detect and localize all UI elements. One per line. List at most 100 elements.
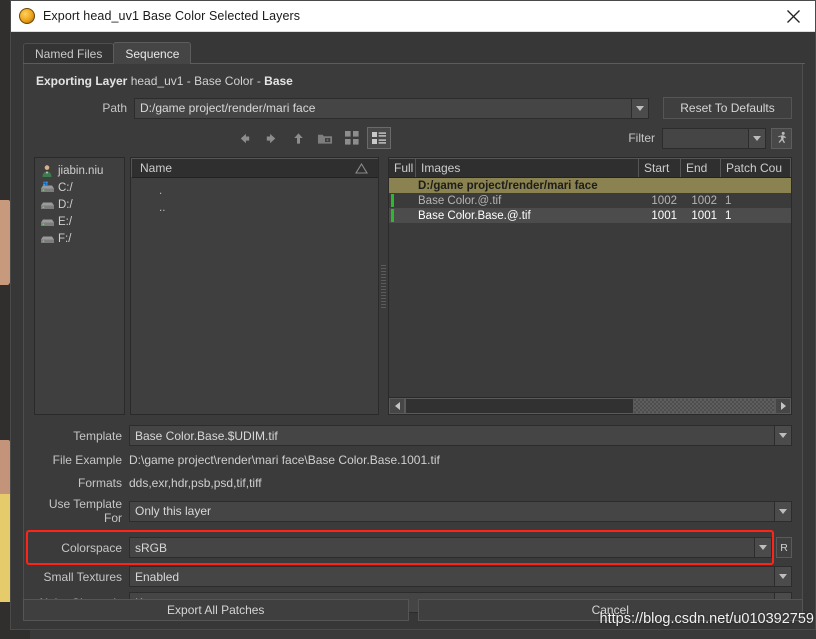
small-textures-label: Small Textures [43, 569, 122, 584]
place-item-label: F:/ [58, 232, 72, 245]
filter-combo[interactable] [662, 127, 766, 149]
browser-toolbar: Filter [34, 125, 792, 151]
file-list-rows: . .. [131, 178, 378, 414]
table-row[interactable]: Base Color.@.tif 1002 1002 1 [389, 193, 791, 208]
filter-label: Filter [628, 131, 655, 145]
place-item-label: C:/ [58, 181, 73, 194]
exporting-layer-name: Base [264, 74, 293, 88]
place-item-label: E:/ [58, 215, 73, 228]
drive-icon [40, 215, 58, 228]
user-home-icon [40, 164, 58, 178]
chevron-down-icon[interactable] [632, 97, 649, 119]
image-name: Base Color.@.tif [418, 194, 502, 207]
back-arrow-icon[interactable] [232, 127, 256, 149]
window-title: Export head_uv1 Base Color Selected Laye… [43, 9, 301, 23]
place-item-label: jiabin.niu [58, 164, 104, 177]
file-example-row: File Example D:\game project\render\mari… [34, 451, 792, 469]
exporting-channel: Base Color [194, 74, 254, 88]
table-row-folder[interactable]: D:/game project/render/mari face [389, 178, 791, 193]
place-item-jiabin-niu[interactable]: jiabin.niu [35, 162, 124, 179]
chevron-down-icon[interactable] [775, 566, 792, 587]
tab-sequence[interactable]: Sequence [113, 42, 192, 64]
path-input[interactable]: D:/game project/render/mari face [134, 97, 632, 119]
forward-arrow-icon[interactable] [259, 127, 283, 149]
splitter-grip-icon [381, 263, 386, 310]
template-input[interactable]: Base Color.Base.$UDIM.tif [129, 425, 775, 446]
column-header-end[interactable]: End [681, 158, 721, 177]
close-icon[interactable] [771, 1, 815, 32]
path-combo[interactable]: D:/game project/render/mari face [134, 97, 649, 119]
formats-value: dds,exr,hdr,psb,psd,tif,tiff [129, 476, 262, 490]
place-item-e-drive[interactable]: E:/ [35, 213, 124, 230]
colorspace-label: Colorspace [61, 540, 122, 555]
colorspace-input[interactable]: sRGB [129, 537, 755, 558]
mari-logo-icon [19, 8, 35, 24]
list-item[interactable]: .. [131, 199, 378, 216]
walking-figure-icon[interactable] [771, 127, 792, 149]
place-item-f-drive[interactable]: F:/ [35, 230, 124, 247]
panel-splitter[interactable] [379, 157, 388, 415]
images-horizontal-scrollbar[interactable] [389, 397, 791, 414]
up-arrow-icon[interactable] [286, 127, 310, 149]
scrollbar-thumb[interactable] [405, 398, 635, 414]
full-indicator-icon [389, 209, 416, 222]
column-header-images[interactable]: Images [416, 158, 639, 177]
list-item[interactable]: . [131, 182, 378, 199]
use-template-for-row: Use Template For Only this layer [34, 497, 792, 525]
scroll-right-arrow-icon[interactable] [775, 398, 791, 414]
use-template-for-value[interactable]: Only this layer [129, 500, 775, 522]
image-patch-count: 1 [725, 209, 732, 222]
column-header-start[interactable]: Start [639, 158, 681, 177]
scrollbar-track[interactable] [405, 398, 775, 414]
exporting-object: head_uv1 [130, 74, 184, 88]
table-row[interactable]: Base Color.Base.@.tif 1001 1001 1 [389, 208, 791, 223]
exporting-sep-2: - [256, 74, 261, 88]
image-end: 1001 [691, 209, 717, 222]
reset-to-defaults-button[interactable]: Reset To Defaults [663, 97, 792, 119]
file-list-header[interactable]: Name [131, 158, 378, 178]
use-template-for-label: Use Template For [48, 497, 122, 525]
file-browser: jiabin.niu C:/ D:/ E:/ F:/ Name . .. Ful… [34, 157, 792, 415]
screen: Export head_uv1 Base Color Selected Laye… [0, 0, 816, 639]
image-patch-count: 1 [725, 194, 732, 207]
use-template-for-combo[interactable]: Only this layer [129, 500, 792, 522]
system-drive-icon [40, 181, 58, 194]
column-header-patch-count[interactable]: Patch Cou [721, 158, 791, 177]
small-textures-value[interactable]: Enabled [129, 566, 775, 587]
colorspace-reset-button[interactable]: R [776, 537, 792, 558]
chevron-down-icon[interactable] [749, 127, 766, 149]
scrollbar-trough[interactable] [634, 398, 775, 414]
file-example-label: File Example [52, 453, 122, 467]
image-end: 1002 [691, 194, 717, 207]
template-combo[interactable]: Base Color.Base.$UDIM.tif [129, 425, 792, 446]
formats-label: Formats [77, 476, 122, 490]
tabstrip: Named Files Sequence [23, 42, 815, 64]
colorspace-combo[interactable]: sRGB [129, 537, 772, 558]
places-list[interactable]: jiabin.niu C:/ D:/ E:/ F:/ [34, 157, 125, 415]
path-row: Path D:/game project/render/mari face Re… [34, 97, 792, 119]
drive-icon [40, 232, 58, 245]
chevron-down-icon[interactable] [775, 500, 792, 522]
chevron-down-icon[interactable] [755, 537, 772, 558]
chevron-down-icon[interactable] [775, 425, 792, 446]
new-folder-icon[interactable] [313, 127, 337, 149]
formats-row: Formats dds,exr,hdr,psb,psd,tif,tiff [34, 474, 792, 492]
file-name-list[interactable]: Name . .. [130, 157, 379, 415]
column-header-full[interactable]: Full [389, 158, 416, 177]
grid-view-icon[interactable] [340, 127, 364, 149]
list-view-icon[interactable] [367, 127, 391, 149]
export-dialog: Export head_uv1 Base Color Selected Laye… [10, 0, 816, 630]
image-name: Base Color.Base.@.tif [418, 209, 531, 222]
images-table[interactable]: Full Images Start End Patch Cou D:/game … [388, 157, 792, 415]
filter-input[interactable] [662, 127, 749, 149]
column-header-name: Name [140, 161, 173, 175]
export-all-patches-button[interactable]: Export All Patches [23, 599, 409, 621]
tab-named-files[interactable]: Named Files [23, 43, 115, 64]
sequence-panel: Exporting Layer head_uv1 - Base Color - … [23, 64, 803, 613]
sort-ascending-icon[interactable] [355, 162, 374, 174]
small-textures-combo[interactable]: Enabled [129, 566, 792, 587]
place-item-d-drive[interactable]: D:/ [35, 196, 124, 213]
scroll-left-arrow-icon[interactable] [389, 398, 405, 414]
file-example-value: D:\game project\render\mari face\Base Co… [129, 453, 440, 467]
place-item-c-drive[interactable]: C:/ [35, 179, 124, 196]
